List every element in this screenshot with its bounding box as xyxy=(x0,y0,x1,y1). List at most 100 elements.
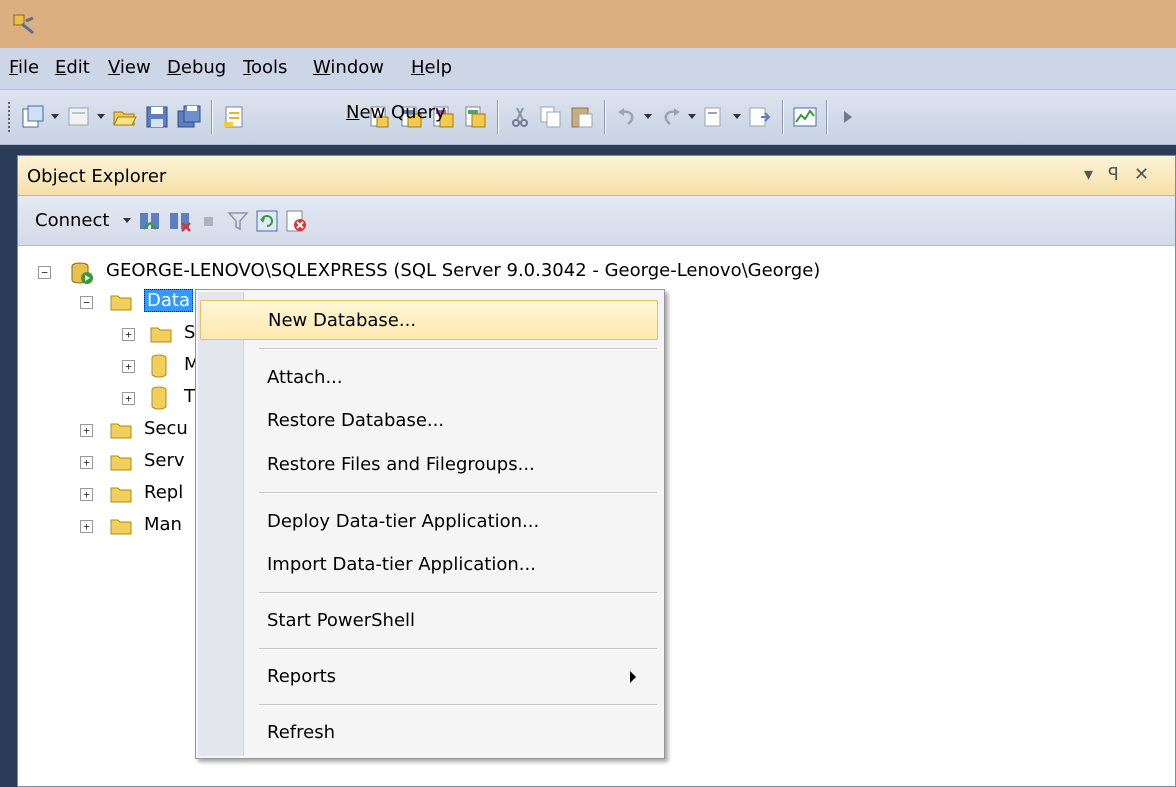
open-file-icon[interactable] xyxy=(112,104,138,130)
title-bar xyxy=(0,0,1176,48)
navigate-backward-dropdown-icon[interactable] xyxy=(733,114,741,119)
menu-separator xyxy=(259,348,657,350)
panel-title: Object Explorer xyxy=(27,166,167,187)
redo-dropdown-icon[interactable] xyxy=(688,114,696,119)
collapse-toggle[interactable]: − xyxy=(38,266,51,279)
menu-view[interactable]: View xyxy=(108,57,151,78)
menu-separator xyxy=(259,704,657,706)
toolbar-separator xyxy=(497,100,498,134)
folder-icon xyxy=(110,295,132,311)
toolbar-separator xyxy=(826,100,827,134)
undo-icon[interactable] xyxy=(614,104,640,130)
connect-dropdown-icon[interactable] xyxy=(123,218,131,223)
new-query-icon[interactable] xyxy=(222,104,248,130)
navigate-backward-icon[interactable] xyxy=(702,104,728,130)
menu-separator xyxy=(259,648,657,650)
submenu-arrow-icon xyxy=(630,671,636,683)
object-explorer-header: Object Explorer ▾ ꟼ ✕ xyxy=(18,156,1175,196)
collapse-toggle[interactable]: − xyxy=(80,296,93,309)
toolbar-separator xyxy=(604,100,605,134)
database-icon xyxy=(151,386,167,410)
tree-label-child: S xyxy=(184,322,196,343)
tree-label-sibling: Man xyxy=(144,514,182,535)
expand-toggle[interactable]: + xyxy=(122,328,135,341)
filter-icon[interactable] xyxy=(226,209,250,233)
menu-window[interactable]: Window xyxy=(313,57,384,78)
tree-label-sibling: Repl xyxy=(144,482,184,503)
redo-icon[interactable] xyxy=(658,104,684,130)
menu-item-import-data-tier[interactable]: Import Data-tier Application... xyxy=(200,545,658,585)
menu-file[interactable]: File xyxy=(9,57,39,78)
menu-item-new-database[interactable]: New Database... xyxy=(200,300,658,340)
new-project-icon[interactable] xyxy=(20,104,46,130)
expand-toggle[interactable]: + xyxy=(80,488,93,501)
menu-tools[interactable]: Tools xyxy=(243,57,287,78)
save-all-icon[interactable] xyxy=(176,104,202,130)
menu-item-reports[interactable]: Reports xyxy=(200,657,658,697)
menu-help[interactable]: Help xyxy=(411,57,452,78)
tree-label-databases: Data xyxy=(144,289,193,312)
toolbar-separator xyxy=(211,100,212,134)
add-item-dropdown-icon[interactable] xyxy=(97,114,105,119)
menu-item-attach[interactable]: Attach... xyxy=(200,358,658,398)
database-icon xyxy=(151,354,167,378)
folder-icon xyxy=(110,423,132,439)
expand-toggle[interactable]: + xyxy=(122,392,135,405)
menu-separator xyxy=(259,492,657,494)
menu-separator xyxy=(259,592,657,594)
standard-toolbar xyxy=(0,90,1176,145)
folder-icon xyxy=(110,487,132,503)
navigate-forward-icon[interactable] xyxy=(747,104,773,130)
save-icon[interactable] xyxy=(144,104,170,130)
stop-icon[interactable] xyxy=(197,209,221,233)
window-position-icon[interactable]: ▾ xyxy=(1084,164,1093,185)
menu-bar: File Edit View Debug Tools Window Help xyxy=(0,48,1176,90)
toolbar-overflow-icon[interactable] xyxy=(836,104,862,130)
cut-icon[interactable] xyxy=(507,104,533,130)
tree-label-sibling: Secu xyxy=(144,418,188,439)
connect-button[interactable]: Connect xyxy=(35,210,109,231)
undo-dropdown-icon[interactable] xyxy=(644,114,652,119)
folder-icon xyxy=(110,519,132,535)
copy-icon[interactable] xyxy=(538,104,564,130)
new-analysis-xmla-query-icon[interactable] xyxy=(462,104,488,130)
server-icon xyxy=(71,262,93,284)
menu-item-restore-database[interactable]: Restore Database... xyxy=(200,401,658,441)
menu-item-deploy-data-tier[interactable]: Deploy Data-tier Application... xyxy=(200,502,658,542)
toolbar-separator xyxy=(782,100,783,134)
new-project-dropdown-icon[interactable] xyxy=(51,114,59,119)
tree-node-server[interactable]: − GEORGE-LENOVO\SQLEXPRESS (SQL Server 9… xyxy=(38,258,1138,288)
close-icon[interactable]: ✕ xyxy=(1134,164,1149,185)
tree-node-management[interactable]: + Man xyxy=(80,512,210,542)
folder-icon xyxy=(150,327,172,343)
expand-toggle[interactable]: + xyxy=(80,520,93,533)
tree-label-server: GEORGE-LENOVO\SQLEXPRESS (SQL Server 9.0… xyxy=(106,260,821,281)
refresh-icon[interactable] xyxy=(255,209,279,233)
activity-report-icon[interactable] xyxy=(284,209,308,233)
menu-edit[interactable]: Edit xyxy=(55,57,90,78)
context-menu: New Database... Attach... Restore Databa… xyxy=(195,289,665,759)
menu-item-refresh[interactable]: Refresh xyxy=(200,713,658,753)
new-query-button[interactable]: New Query xyxy=(346,102,446,123)
tree-node-security[interactable]: + Secu xyxy=(80,416,210,446)
activity-monitor-icon[interactable] xyxy=(792,104,818,130)
tree-node-server-objects[interactable]: + Serv xyxy=(80,448,210,478)
disconnect-icon[interactable] xyxy=(168,209,192,233)
menu-item-restore-files[interactable]: Restore Files and Filegroups... xyxy=(200,445,658,485)
ssms-app-icon[interactable] xyxy=(12,12,36,36)
menu-debug[interactable]: Debug xyxy=(167,57,226,78)
menu-item-reports-label: Reports xyxy=(267,666,337,687)
expand-toggle[interactable]: + xyxy=(80,424,93,437)
paste-icon[interactable] xyxy=(569,104,595,130)
toolbar-grip[interactable] xyxy=(8,102,12,132)
connect-object-explorer-icon[interactable] xyxy=(138,209,162,233)
add-item-icon[interactable] xyxy=(66,104,92,130)
expand-toggle[interactable]: + xyxy=(80,456,93,469)
tree-label-child: T xyxy=(184,386,195,407)
tree-node-replication[interactable]: + Repl xyxy=(80,480,210,510)
tree-label-sibling: Serv xyxy=(144,450,185,471)
folder-icon xyxy=(110,455,132,471)
expand-toggle[interactable]: + xyxy=(122,360,135,373)
pin-icon[interactable]: ꟼ xyxy=(1108,164,1119,185)
menu-item-start-powershell[interactable]: Start PowerShell xyxy=(200,601,658,641)
